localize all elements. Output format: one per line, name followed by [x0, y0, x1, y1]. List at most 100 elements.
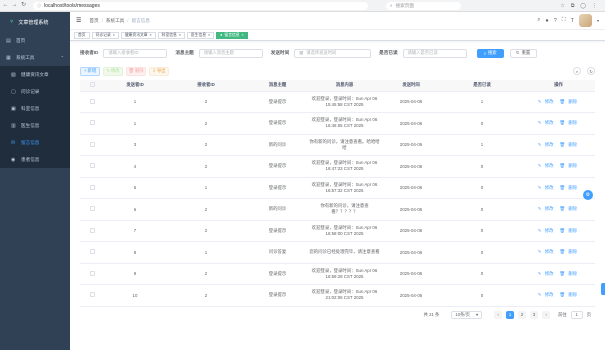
- table-row[interactable]: 1 2 登录提示 欢迎登录，登录时间：Sun Apr 06 15:45:58 CST …: [80, 91, 595, 113]
- close-icon[interactable]: ×: [150, 32, 152, 38]
- row-delete-button[interactable]: 🗑 删除: [560, 271, 580, 276]
- add-button[interactable]: + 新增: [80, 66, 100, 76]
- row-select-cell[interactable]: [80, 177, 104, 199]
- select-all-checkbox[interactable]: [89, 82, 95, 88]
- profile-icon[interactable]: ◯: [580, 3, 586, 9]
- side-drawer-tab[interactable]: [601, 283, 605, 295]
- goto-page-input[interactable]: 1: [570, 310, 583, 319]
- table-row[interactable]: 1 2 登录提示 欢迎登录，登录时间：Sun Apr 06 16:46:55 CST …: [80, 112, 595, 135]
- tag-home[interactable]: 首页: [74, 31, 90, 39]
- address-bar[interactable]: ⓘ localhost/tools/messages: [33, 1, 368, 10]
- tag-doctors[interactable]: 医生信息 ×: [186, 31, 215, 39]
- row-select-cell[interactable]: [80, 134, 104, 156]
- row-edit-button[interactable]: ✎ 修改: [538, 99, 556, 104]
- row-edit-button[interactable]: ✎ 修改: [538, 120, 556, 125]
- close-icon[interactable]: ×: [242, 32, 244, 38]
- sidebar-item-doctors[interactable]: ▥ 医生信息: [0, 117, 70, 134]
- row-delete-button[interactable]: 🗑 删除: [560, 228, 580, 233]
- row-checkbox[interactable]: [89, 163, 95, 169]
- reload-icon[interactable]: ↻: [20, 2, 27, 9]
- close-icon[interactable]: ×: [179, 32, 181, 38]
- row-edit-button[interactable]: ✎ 修改: [538, 163, 556, 168]
- row-checkbox[interactable]: [89, 292, 95, 298]
- row-checkbox[interactable]: [89, 98, 95, 104]
- next-page-button[interactable]: ›: [542, 310, 551, 319]
- row-delete-button[interactable]: 🗑 删除: [560, 163, 580, 168]
- export-button[interactable]: ⇩ 导出: [149, 66, 169, 76]
- row-checkbox[interactable]: [89, 227, 95, 233]
- row-delete-button[interactable]: 🗑 删除: [560, 142, 580, 147]
- forward-icon[interactable]: →: [11, 2, 18, 9]
- send-time-picker[interactable]: ▦ 请选择发送时间: [294, 48, 372, 58]
- prev-page-button[interactable]: ‹: [494, 310, 503, 319]
- avatar[interactable]: [578, 14, 592, 27]
- row-edit-button[interactable]: ✎ 修改: [538, 292, 556, 297]
- edit-button[interactable]: ✎ 修改: [103, 66, 123, 76]
- delete-button[interactable]: 🗑 删除: [126, 66, 146, 76]
- receiver-id-input[interactable]: 请输入接收者ID: [103, 48, 168, 58]
- menu-icon[interactable]: ⋮: [592, 3, 597, 9]
- read-input[interactable]: 请输入是否已读: [402, 48, 467, 58]
- row-edit-button[interactable]: ✎ 修改: [538, 185, 556, 190]
- star-icon[interactable]: ☆: [560, 3, 564, 9]
- back-icon[interactable]: ←: [2, 2, 9, 9]
- fullscreen-icon[interactable]: ⛶: [562, 17, 566, 24]
- row-select-cell[interactable]: [80, 155, 104, 178]
- row-select-cell[interactable]: [80, 220, 104, 242]
- row-edit-button[interactable]: ✎ 修改: [538, 206, 556, 211]
- sidebar-item-patients[interactable]: ◉ 患者信息: [0, 151, 70, 168]
- row-checkbox[interactable]: [89, 184, 95, 190]
- browser-search[interactable]: ⌕ 搜索页面: [386, 1, 461, 10]
- row-select-cell[interactable]: [80, 91, 104, 113]
- table-row[interactable]: 4 2 登录提示 欢迎登录，登录时间：Sun Apr 06 16:47:23 CST …: [80, 155, 595, 178]
- subject-input[interactable]: 请输入消息主题: [198, 48, 263, 58]
- row-delete-button[interactable]: 🗑 删除: [560, 292, 580, 297]
- table-row[interactable]: 6 2 新的问诊 你有新的问诊，请注意查看？？？？？ 2025-04-06 0 ✎ 修改 🗑 …: [80, 198, 595, 221]
- sidebar-item-articles[interactable]: ▧ 健康资讯文章: [0, 66, 70, 83]
- row-edit-button[interactable]: ✎ 修改: [538, 249, 556, 254]
- row-delete-button[interactable]: 🗑 删除: [560, 99, 580, 104]
- reset-button[interactable]: ↻ 重置: [509, 48, 537, 58]
- tag-departments[interactable]: 科室信息 ×: [157, 31, 185, 39]
- search-icon[interactable]: ⌕: [537, 17, 540, 24]
- chevron-down-icon[interactable]: ▾: [597, 18, 599, 23]
- table-row[interactable]: 10 2 登录提示 欢迎登录，登录时间：Sun Apr 06 21:02:06 CST…: [80, 284, 595, 307]
- refresh-button[interactable]: ↻: [587, 67, 595, 75]
- table-row[interactable]: 9 2 登录提示 欢迎登录，登录时间：Sun Apr 06 16:59:28 CST …: [80, 263, 595, 285]
- font-size-icon[interactable]: T: [571, 18, 574, 24]
- toggle-search-button[interactable]: ⌕: [573, 67, 581, 75]
- breadcrumb-home[interactable]: 首页: [89, 18, 98, 24]
- sidebar-item-departments[interactable]: ▣ 科室信息: [0, 100, 70, 117]
- table-row[interactable]: 7 2 登录提示 欢迎登录，登录时间：Sun Apr 06 16:58:00 CST …: [80, 220, 595, 242]
- sidebar-item-messages[interactable]: ✉ 留言信息: [0, 134, 70, 151]
- row-delete-button[interactable]: 🗑 删除: [560, 206, 580, 211]
- row-checkbox[interactable]: [89, 206, 95, 212]
- row-select-cell[interactable]: [80, 263, 104, 285]
- page-button-1[interactable]: 1: [506, 310, 515, 319]
- sidebar-item-tools[interactable]: ▦ 系统工具 ⌃: [0, 49, 70, 66]
- row-select-cell[interactable]: [80, 112, 104, 135]
- search-button[interactable]: ⌕ 搜索: [476, 48, 504, 58]
- sidebar-item-consultations[interactable]: ▢ 问诊记录: [0, 83, 70, 100]
- page-button-3[interactable]: 3: [530, 310, 539, 319]
- row-checkbox[interactable]: [89, 270, 95, 276]
- row-delete-button[interactable]: 🗑 删除: [560, 249, 580, 254]
- row-edit-button[interactable]: ✎ 修改: [538, 271, 556, 276]
- page-button-2[interactable]: 2: [518, 310, 527, 319]
- floating-settings-button[interactable]: ⚙: [583, 190, 593, 200]
- hamburger-icon[interactable]: ☰: [76, 17, 81, 24]
- table-row[interactable]: 3 2 新的问诊 你有新的问诊，请注意查看。哈哈哈哈 2025-04-06 1 ✎ 修改 🗑 …: [80, 134, 595, 156]
- row-checkbox[interactable]: [89, 249, 95, 255]
- page-size-select[interactable]: 10条/页 ▾: [451, 310, 483, 319]
- table-row[interactable]: 5 1 登录提示 欢迎登录，登录时间：Sun Apr 06 16:57:32 CST …: [80, 177, 595, 199]
- github-icon[interactable]: ●: [545, 18, 548, 24]
- row-edit-button[interactable]: ✎ 修改: [538, 142, 556, 147]
- app-logo[interactable]: ⩔ 文章管理系统: [0, 12, 70, 32]
- row-checkbox[interactable]: [89, 141, 95, 147]
- row-select-cell[interactable]: [80, 284, 104, 307]
- row-select-cell[interactable]: [80, 241, 104, 264]
- row-checkbox[interactable]: [89, 120, 95, 126]
- select-all-header[interactable]: [80, 80, 104, 92]
- tag-articles[interactable]: 健康资讯文章 ×: [120, 31, 156, 39]
- close-icon[interactable]: ×: [208, 32, 210, 38]
